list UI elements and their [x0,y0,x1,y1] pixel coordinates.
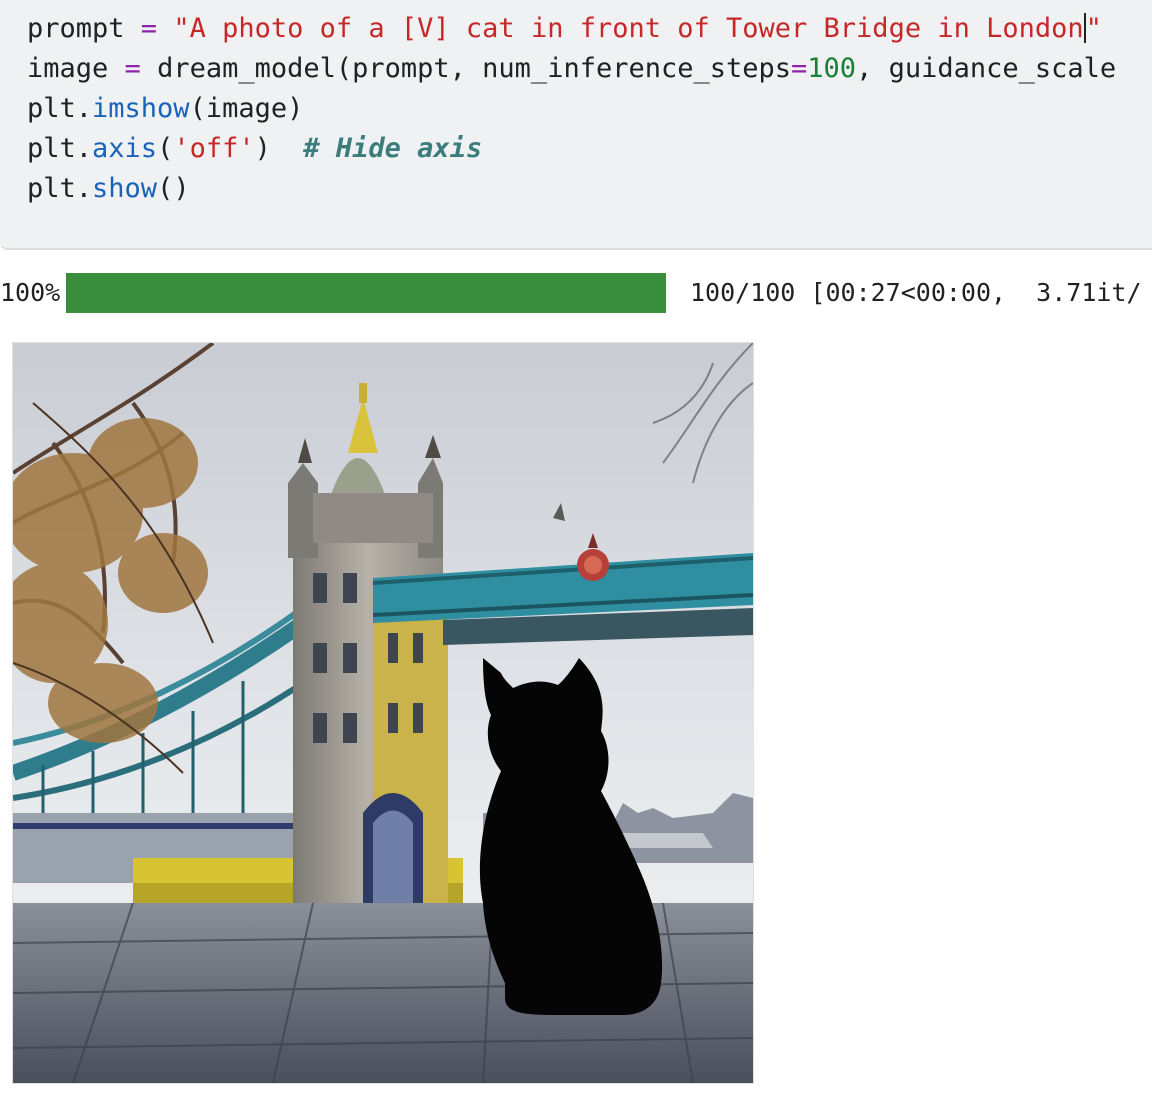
tower-bridge-cat-picture [13,343,753,1083]
progress-stats: 100/100 [00:27<00:00, 3.71it/ [690,278,1142,307]
axis-off-string: 'off' [173,133,255,164]
plt-object: plt. [27,173,93,204]
imshow-function: imshow [92,93,190,124]
call-remainder: , guidance_scale [856,53,1117,84]
show-function: show [92,173,158,204]
plt-object: plt. [27,93,93,124]
prompt-string-close: " [1085,13,1102,44]
axis-paren-open: ( [157,133,174,164]
code-line-axis[interactable]: plt.axis('off') # Hide axis [27,129,482,169]
code-line-image[interactable]: image = dream_model(prompt, num_inferenc… [27,49,1116,89]
code-line-imshow[interactable]: plt.imshow(image) [27,89,303,129]
notebook-page: prompt = "A photo of a [V] cat in front … [0,0,1152,1096]
code-cell[interactable]: prompt = "A photo of a [V] cat in front … [0,0,1152,250]
variable-prompt: prompt [27,13,125,44]
progress-bar-fill [66,273,666,313]
kwarg-equals: = [791,53,808,84]
variable-image: image [27,53,109,84]
plt-object: plt. [27,133,93,164]
axis-paren-close: ) [254,133,304,164]
steps-number: 100 [807,53,857,84]
hide-axis-comment: # Hide axis [303,133,483,164]
assign-operator: = [124,13,174,44]
generated-image [12,342,754,1084]
prompt-string: "A photo of a [V] cat in front of Tower … [173,13,1084,44]
progress-percent: 100% [0,278,61,307]
dream-model-call: dream_model(prompt, num_inference_steps [157,53,792,84]
progress-output: 100% 100/100 [00:27<00:00, 3.71it/ [0,272,1152,314]
assign-operator: = [108,53,158,84]
axis-function: axis [92,133,158,164]
code-line-prompt[interactable]: prompt = "A photo of a [V] cat in front … [27,9,1102,49]
progress-bar [66,273,666,313]
code-line-show[interactable]: plt.show() [27,169,190,209]
show-args: () [157,173,190,204]
imshow-args: (image) [189,93,304,124]
